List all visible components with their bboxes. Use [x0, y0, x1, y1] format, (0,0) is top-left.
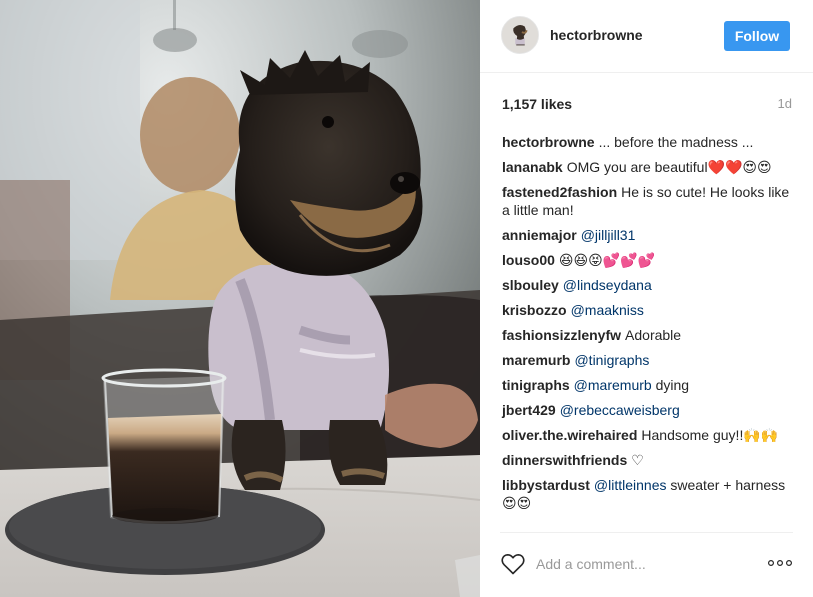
comment-item: hectorbrowne... before the madness ... [502, 133, 794, 151]
comment-item: dinnerswithfriends ♡ [502, 451, 794, 469]
comment-item: lananabk OMG you are beautiful❤️❤️😍😍 [502, 158, 794, 176]
comment-item: jbert429 @rebeccaweisberg [502, 401, 794, 419]
header-divider [480, 72, 813, 73]
comment-username[interactable]: anniemajor [502, 227, 577, 243]
footer-divider [500, 532, 793, 533]
comment-item: tinigraphs @maremurb dying [502, 376, 794, 394]
post-age[interactable]: 1d [778, 96, 792, 111]
post-author-username[interactable]: hectorbrowne [550, 27, 643, 43]
comment-text: 😆😆😝💕💕💕 [558, 252, 655, 268]
add-comment-input[interactable] [536, 554, 756, 574]
comment-username[interactable]: jbert429 [502, 402, 556, 418]
comment-item: krisbozzo @maakniss [502, 301, 794, 319]
comment-mention[interactable]: @lindseydana [563, 277, 652, 293]
heart-outline-icon[interactable] [501, 553, 525, 575]
comment-item: oliver.the.wirehaired Handsome guy!!🙌🙌 [502, 426, 794, 444]
likes-count[interactable]: 1,157 likes [502, 96, 572, 112]
comment-item: fashionsizzlenyfw Adorable [502, 326, 794, 344]
comment-mention[interactable]: @tinigraphs [574, 352, 649, 368]
post-header: hectorbrowne Follow [480, 0, 813, 72]
comment-username[interactable]: lananabk [502, 159, 563, 175]
comment-text: Adorable [625, 327, 682, 343]
follow-button[interactable]: Follow [724, 21, 790, 51]
comment-username[interactable]: fashionsizzlenyfw [502, 327, 621, 343]
comments-list: hectorbrowne... before the madness ... l… [502, 133, 794, 519]
comment-text: ♡ [631, 452, 644, 468]
avatar[interactable] [501, 16, 539, 54]
avatar-image [502, 17, 538, 53]
dog-at-cafe-image [0, 0, 480, 597]
comment-username[interactable]: slbouley [502, 277, 559, 293]
comment-username[interactable]: tinigraphs [502, 377, 570, 393]
post-meta: 1,157 likes 1d [502, 96, 792, 114]
comment-item: libbystardust @littleinnes sweater + harn… [502, 476, 794, 512]
comment-text: OMG you are beautiful❤️❤️😍😍 [566, 159, 772, 175]
post-photo[interactable] [0, 0, 480, 597]
comment-username[interactable]: oliver.the.wirehaired [502, 427, 637, 443]
comment-text: ... before the madness ... [598, 134, 754, 150]
comment-username[interactable]: fastened2fashion [502, 184, 617, 200]
post-side-panel: hectorbrowne Follow 1,157 likes 1d hecto… [480, 0, 813, 597]
comment-mention[interactable]: @jilljill31 [581, 227, 636, 243]
comment-text: dying [655, 377, 690, 393]
comment-item: maremurb @tinigraphs [502, 351, 794, 369]
comment-username[interactable]: dinnerswithfriends [502, 452, 627, 468]
comment-mention[interactable]: @maakniss [571, 302, 644, 318]
comment-item: anniemajor @jilljill31 [502, 226, 794, 244]
comment-item: slbouley @lindseydana [502, 276, 794, 294]
comment-mention[interactable]: @rebeccaweisberg [560, 402, 680, 418]
comment-item: louso00 😆😆😝💕💕💕 [502, 251, 794, 269]
comment-username[interactable]: louso00 [502, 252, 555, 268]
comment-username[interactable]: hectorbrowne [502, 134, 595, 150]
comment-item: fastened2fashion He is so cute! He looks … [502, 183, 794, 219]
comment-username[interactable]: maremurb [502, 352, 570, 368]
comment-username[interactable]: krisbozzo [502, 302, 567, 318]
comment-text: Handsome guy!!🙌🙌 [641, 427, 779, 443]
comment-mention[interactable]: @maremurb [574, 377, 652, 393]
comment-mention[interactable]: @littleinnes [594, 477, 667, 493]
more-options-icon[interactable] [767, 557, 793, 569]
comment-username[interactable]: libbystardust [502, 477, 590, 493]
